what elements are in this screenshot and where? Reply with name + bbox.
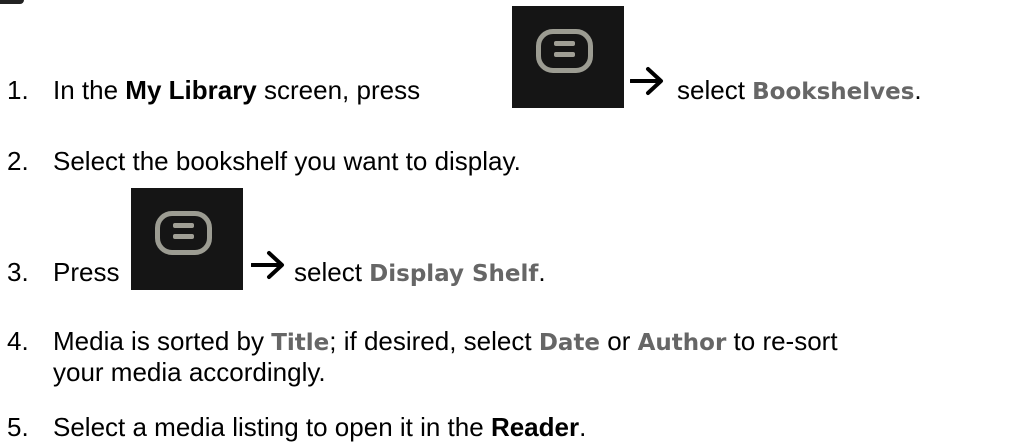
step-number: 4. — [7, 326, 29, 356]
keyword-date: Date — [538, 330, 601, 356]
step-2: 2. Select the bookshelf you want to displ… — [7, 146, 521, 176]
step-number: 1. — [7, 75, 29, 105]
keyword-bookshelves: Bookshelves — [752, 79, 915, 105]
step-5: 5. Select a media listing to open it in t… — [7, 412, 587, 442]
step-number: 2. — [7, 146, 29, 176]
keyword-display-shelf: Display Shelf — [369, 261, 539, 287]
step-1-tail: select Bookshelves. — [677, 75, 922, 105]
keyword-author: Author — [637, 330, 727, 356]
step-1: 1. In the My Library screen, press — [7, 75, 421, 105]
screen-name: My Library — [125, 75, 257, 105]
reader-name: Reader — [490, 412, 580, 442]
menu-button-icon — [131, 188, 243, 290]
step-4: 4. Media is sorted by Title; if desired, … — [7, 326, 838, 356]
right-arrow-icon — [251, 251, 284, 279]
step-number: 3. — [7, 257, 29, 287]
step-3-tail: select Display Shelf. — [294, 257, 546, 287]
step-4-line-2: your media accordingly. — [53, 357, 326, 387]
right-arrow-icon — [630, 67, 663, 95]
step-3: 3. Press — [7, 257, 120, 287]
keyword-title: Title — [271, 330, 330, 356]
top-edge-fragment — [0, 0, 24, 4]
step-number: 5. — [7, 412, 29, 442]
menu-button-icon — [512, 6, 624, 108]
